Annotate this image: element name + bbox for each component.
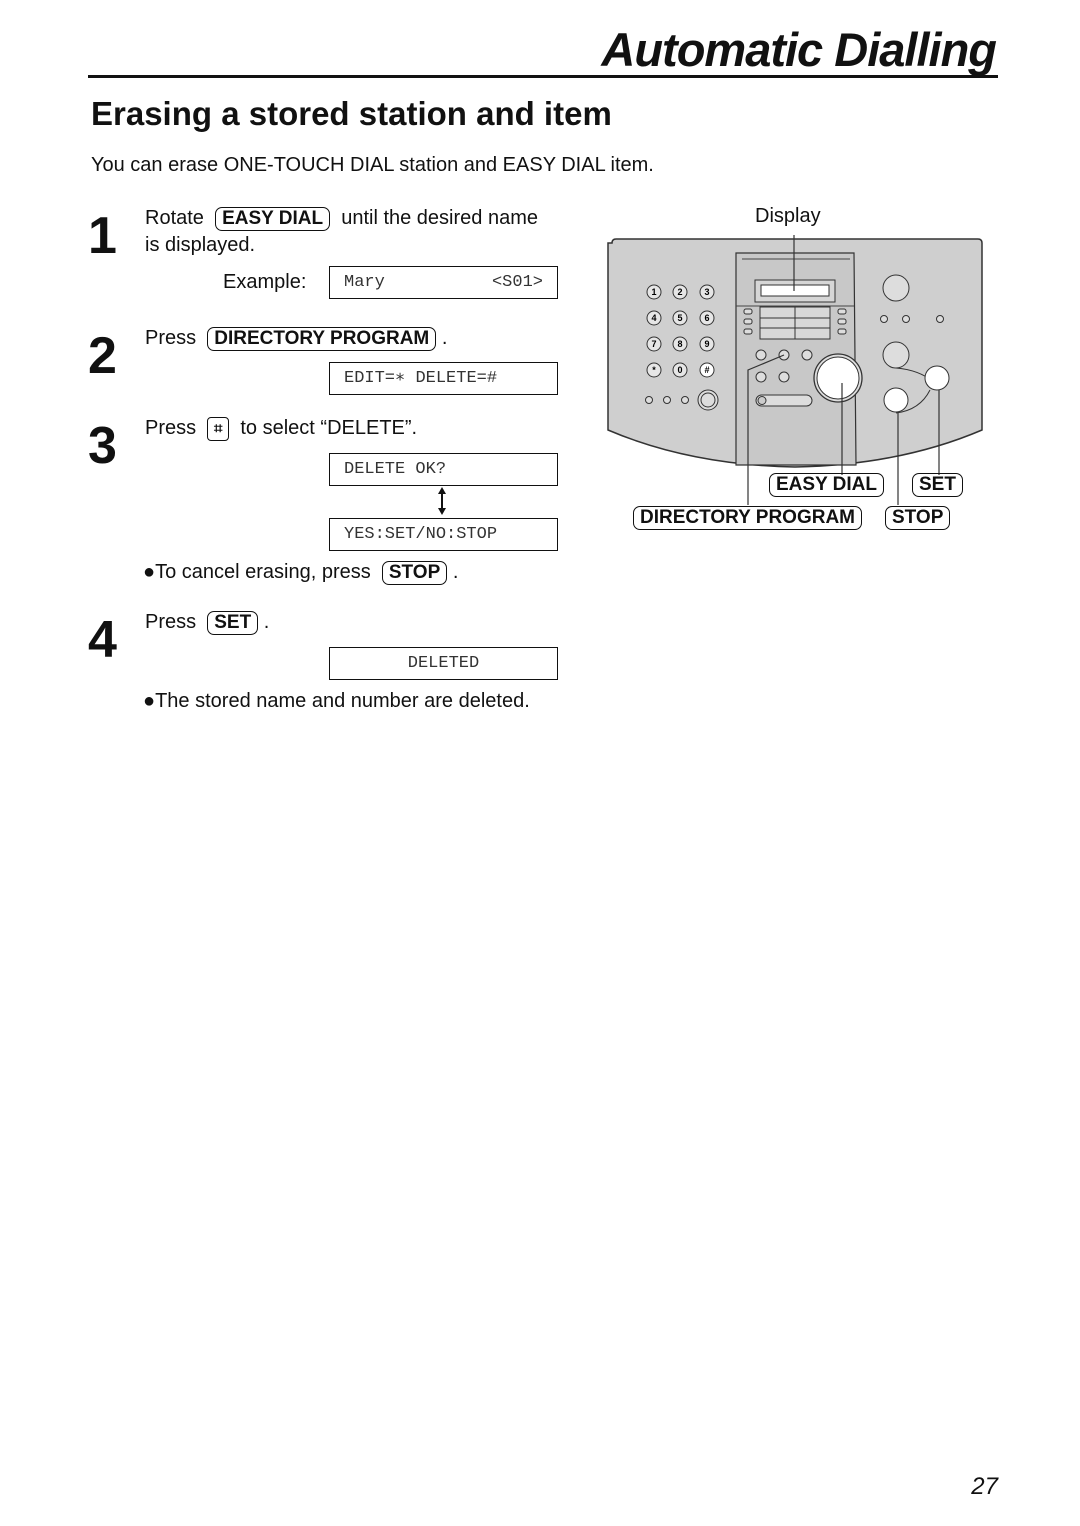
svg-text:3: 3 xyxy=(704,287,709,297)
svg-text:2: 2 xyxy=(677,287,682,297)
svg-text:6: 6 xyxy=(704,313,709,323)
step-3-prefix: Press xyxy=(145,417,197,439)
hash-key-icon: ⌗ xyxy=(207,416,230,441)
svg-text:0: 0 xyxy=(677,365,682,375)
lcd-name: Mary xyxy=(344,273,385,292)
svg-text:*: * xyxy=(652,365,656,375)
step-1-prefix: Rotate xyxy=(145,207,204,229)
display-window xyxy=(760,284,830,297)
page-number: 27 xyxy=(971,1473,998,1500)
intro-text: You can erase ONE-TOUCH DIAL station and… xyxy=(91,154,654,176)
stop-key: STOP xyxy=(381,561,448,585)
step-2-prefix: Press xyxy=(145,327,197,349)
callout-easy-dial: EASY DIAL xyxy=(769,473,885,497)
step-3-number: 3 xyxy=(88,417,117,475)
step-2-number: 2 xyxy=(88,327,117,385)
svg-text:1: 1 xyxy=(651,287,656,297)
lcd-display-delete-ok: DELETE OK? xyxy=(329,453,558,486)
step-4-note: ●The stored name and number are deleted. xyxy=(143,690,530,712)
cancel-note: ●To cancel erasing, press xyxy=(143,561,371,583)
step-3-text: Press ⌗ to select “DELETE”. xyxy=(145,415,417,442)
svg-text:5: 5 xyxy=(677,313,682,323)
lcd-display-yes-no: YES:SET/NO:STOP xyxy=(329,518,558,551)
step-2-text: Press DIRECTORY PROGRAM . xyxy=(145,325,447,352)
directory-program-key: DIRECTORY PROGRAM xyxy=(207,327,437,351)
lcd-display-example: Mary <S01> xyxy=(329,266,558,299)
step-4-text: Press SET . xyxy=(145,609,269,636)
lcd-display-edit-delete: EDIT=∗ DELETE=# xyxy=(329,362,558,395)
step-1-suffix: until the desired name xyxy=(341,207,538,229)
step-1-number: 1 xyxy=(88,207,117,265)
svg-text:9: 9 xyxy=(704,339,709,349)
step-4-prefix: Press xyxy=(145,611,197,633)
step-3-note: ●To cancel erasing, press STOP . xyxy=(143,559,458,586)
example-label: Example: xyxy=(223,271,307,293)
svg-text:4: 4 xyxy=(651,313,656,323)
note-suffix: . xyxy=(452,561,459,583)
callout-stop: STOP xyxy=(885,506,951,530)
step-1-text: Rotate EASY DIAL until the desired name … xyxy=(145,205,538,259)
lcd-display-deleted: DELETED xyxy=(329,647,558,680)
svg-text:8: 8 xyxy=(677,339,682,349)
easy-dial-jog xyxy=(816,356,860,400)
stop-button xyxy=(883,387,909,413)
chapter-title: Automatic Dialling xyxy=(601,23,997,76)
fax-control-panel-diagram: 1 2 3 4 5 6 7 8 9 * 0 # xyxy=(607,235,983,475)
step-3-suffix: to select “DELETE”. xyxy=(240,417,418,439)
step-2-suffix: . xyxy=(441,327,448,349)
chapter-rule xyxy=(88,75,998,78)
easy-dial-callout-key: EASY DIAL xyxy=(769,473,885,497)
svg-text:7: 7 xyxy=(651,339,656,349)
step-4-number: 4 xyxy=(88,611,117,669)
easy-dial-key: EASY DIAL xyxy=(215,207,331,231)
set-callout-key: SET xyxy=(912,473,963,497)
toggle-arrow-icon xyxy=(438,487,446,515)
callout-directory-program: DIRECTORY PROGRAM xyxy=(633,506,863,530)
section-title: Erasing a stored station and item xyxy=(91,95,612,132)
step-4-suffix: . xyxy=(263,611,270,633)
svg-text:#: # xyxy=(704,365,709,375)
callout-set: SET xyxy=(912,473,963,497)
stop-callout-key: STOP xyxy=(885,506,951,530)
step-1-suffix-line2: is displayed. xyxy=(145,234,256,256)
lcd-station-code: <S01> xyxy=(491,273,543,292)
directory-program-callout-key: DIRECTORY PROGRAM xyxy=(633,506,863,530)
set-button xyxy=(924,365,950,391)
set-key: SET xyxy=(207,611,259,635)
